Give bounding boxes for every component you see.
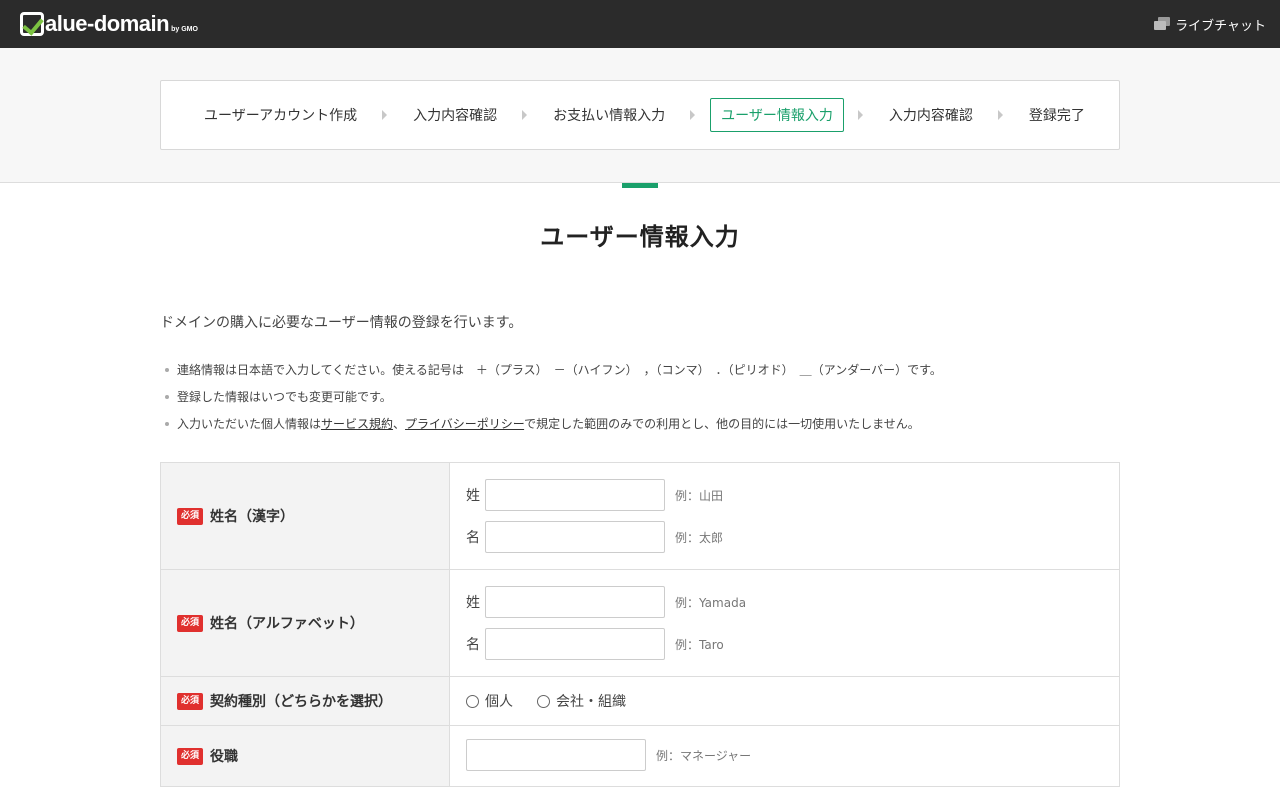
cell-name-kanji: 姓 例：山田 名 例：太郎 [450, 463, 1119, 569]
radio-personal[interactable]: 個人 [466, 691, 513, 711]
first-name-kanji-input[interactable] [485, 521, 665, 553]
label-text: 役職 [210, 749, 239, 765]
top-bar: alue-domain by GMO ライブチャット [0, 0, 1280, 48]
radio-circle-icon[interactable] [537, 694, 550, 708]
row-position: 必須 役職 例：マネージャー [161, 726, 1119, 787]
field-line: 名 例：Taro [466, 623, 1119, 665]
note-item: 入力いただいた個人情報はサービス規約、プライバシーポリシーで規定した範囲のみでの… [162, 415, 942, 442]
step-indicator: ユーザーアカウント作成 入力内容確認 お支払い情報入力 ユーザー情報入力 入力内… [160, 80, 1120, 150]
note-allowed-symbols: 連絡情報は日本語で入力してください。使える記号は ＋（プラス） －（ハイフン） … [177, 363, 942, 377]
required-badge: 必須 [177, 614, 204, 632]
example-text: 例：太郎 [675, 530, 724, 545]
sei-label: 姓 [466, 595, 480, 611]
mei-label: 名 [466, 530, 480, 546]
radio-organization[interactable]: 会社・組織 [537, 691, 626, 711]
cell-position: 例：マネージャー [450, 726, 1119, 786]
terms-of-service-link[interactable]: サービス規約 [321, 417, 393, 431]
privacy-policy-link[interactable]: プライバシーポリシー [405, 417, 524, 431]
field-line: 名 例：太郎 [466, 516, 1119, 558]
page-title: ユーザー情報入力 [540, 223, 740, 251]
row-contract-type: 必須 契約種別（どちらかを選択） 個人 会社・組織 [161, 677, 1119, 726]
live-chat-label: ライブチャット [1175, 18, 1266, 34]
required-badge: 必須 [177, 692, 204, 710]
example-text: 例：マネージャー [656, 748, 752, 763]
live-chat-button[interactable]: ライブチャット [1154, 15, 1266, 34]
sei-label: 姓 [466, 488, 480, 504]
note-editable: 登録した情報はいつでも変更可能です。 [177, 390, 392, 404]
step-arrow-icon [857, 110, 863, 120]
logo-check-icon [20, 12, 44, 36]
step-complete: 登録完了 [1028, 108, 1085, 124]
mei-label: 名 [466, 637, 480, 653]
radio-label: 個人 [485, 694, 513, 710]
step-confirm-input: 入力内容確認 [413, 108, 498, 124]
required-badge: 必須 [177, 747, 204, 765]
intro-text: ドメインの購入に必要なユーザー情報の登録を行います。 [160, 315, 523, 331]
note-privacy-mid: 、 [393, 417, 406, 431]
row-name-alphabet: 必須 姓名（アルファベット） 姓 例：Yamada 名 例：Taro [161, 570, 1119, 677]
field-line: 姓 例：山田 [466, 474, 1119, 516]
user-info-form: 必須 姓名（漢字） 姓 例：山田 名 例：太郎 必須 姓名（アルファベット） 姓 [160, 462, 1120, 787]
note-privacy-suffix: で規定した範囲のみでの利用とし、他の目的には一切使用いたしません。 [524, 417, 920, 431]
label-name-kanji: 必須 姓名（漢字） [161, 463, 450, 569]
step-arrow-icon [382, 110, 388, 120]
first-name-alphabet-input[interactable] [485, 628, 665, 660]
label-text: 契約種別（どちらかを選択） [210, 694, 393, 710]
radio-label: 会社・組織 [556, 694, 626, 710]
step-progress-area: ユーザーアカウント作成 入力内容確認 お支払い情報入力 ユーザー情報入力 入力内… [0, 48, 1280, 188]
contract-radio-group: 個人 会社・組織 [466, 688, 1119, 714]
label-position: 必須 役職 [161, 726, 450, 786]
label-text: 姓名（アルファベット） [210, 616, 364, 632]
logo-sub: by GMO [171, 26, 198, 33]
value-domain-logo[interactable]: alue-domain by GMO [20, 12, 198, 36]
row-name-kanji: 必須 姓名（漢字） 姓 例：山田 名 例：太郎 [161, 463, 1119, 570]
notes-list: 連絡情報は日本語で入力してください。使える記号は ＋（プラス） －（ハイフン） … [162, 361, 942, 442]
step-user-info-current: ユーザー情報入力 [710, 98, 844, 132]
example-text: 例：山田 [675, 488, 724, 503]
label-name-alphabet: 必須 姓名（アルファベット） [161, 570, 450, 676]
step-create-account: ユーザーアカウント作成 [204, 108, 358, 124]
radio-circle-icon[interactable] [466, 694, 479, 708]
step-arrow-icon [690, 110, 696, 120]
label-contract-type: 必須 契約種別（どちらかを選択） [161, 677, 450, 725]
required-badge: 必須 [177, 507, 204, 525]
cell-contract-type: 個人 会社・組織 [450, 677, 1119, 725]
chat-bubbles-icon [1154, 17, 1171, 31]
example-text: 例：Yamada [675, 595, 747, 610]
title-accent-bar [622, 183, 658, 188]
logo-text: alue-domain [45, 11, 170, 36]
example-text: 例：Taro [675, 637, 724, 652]
field-line: 例：マネージャー [466, 737, 1119, 773]
cell-name-alphabet: 姓 例：Yamada 名 例：Taro [450, 570, 1119, 676]
last-name-alphabet-input[interactable] [485, 586, 665, 618]
field-line: 姓 例：Yamada [466, 581, 1119, 623]
step-arrow-icon [997, 110, 1003, 120]
label-text: 姓名（漢字） [210, 509, 295, 525]
note-item: 登録した情報はいつでも変更可能です。 [162, 388, 942, 415]
step-payment-info: お支払い情報入力 [553, 108, 666, 124]
note-privacy-prefix: 入力いただいた個人情報は [177, 417, 322, 431]
last-name-kanji-input[interactable] [485, 479, 665, 511]
step-arrow-icon [522, 110, 528, 120]
note-item: 連絡情報は日本語で入力してください。使える記号は ＋（プラス） －（ハイフン） … [162, 361, 942, 388]
step-confirm-input-2: 入力内容確認 [888, 108, 973, 124]
